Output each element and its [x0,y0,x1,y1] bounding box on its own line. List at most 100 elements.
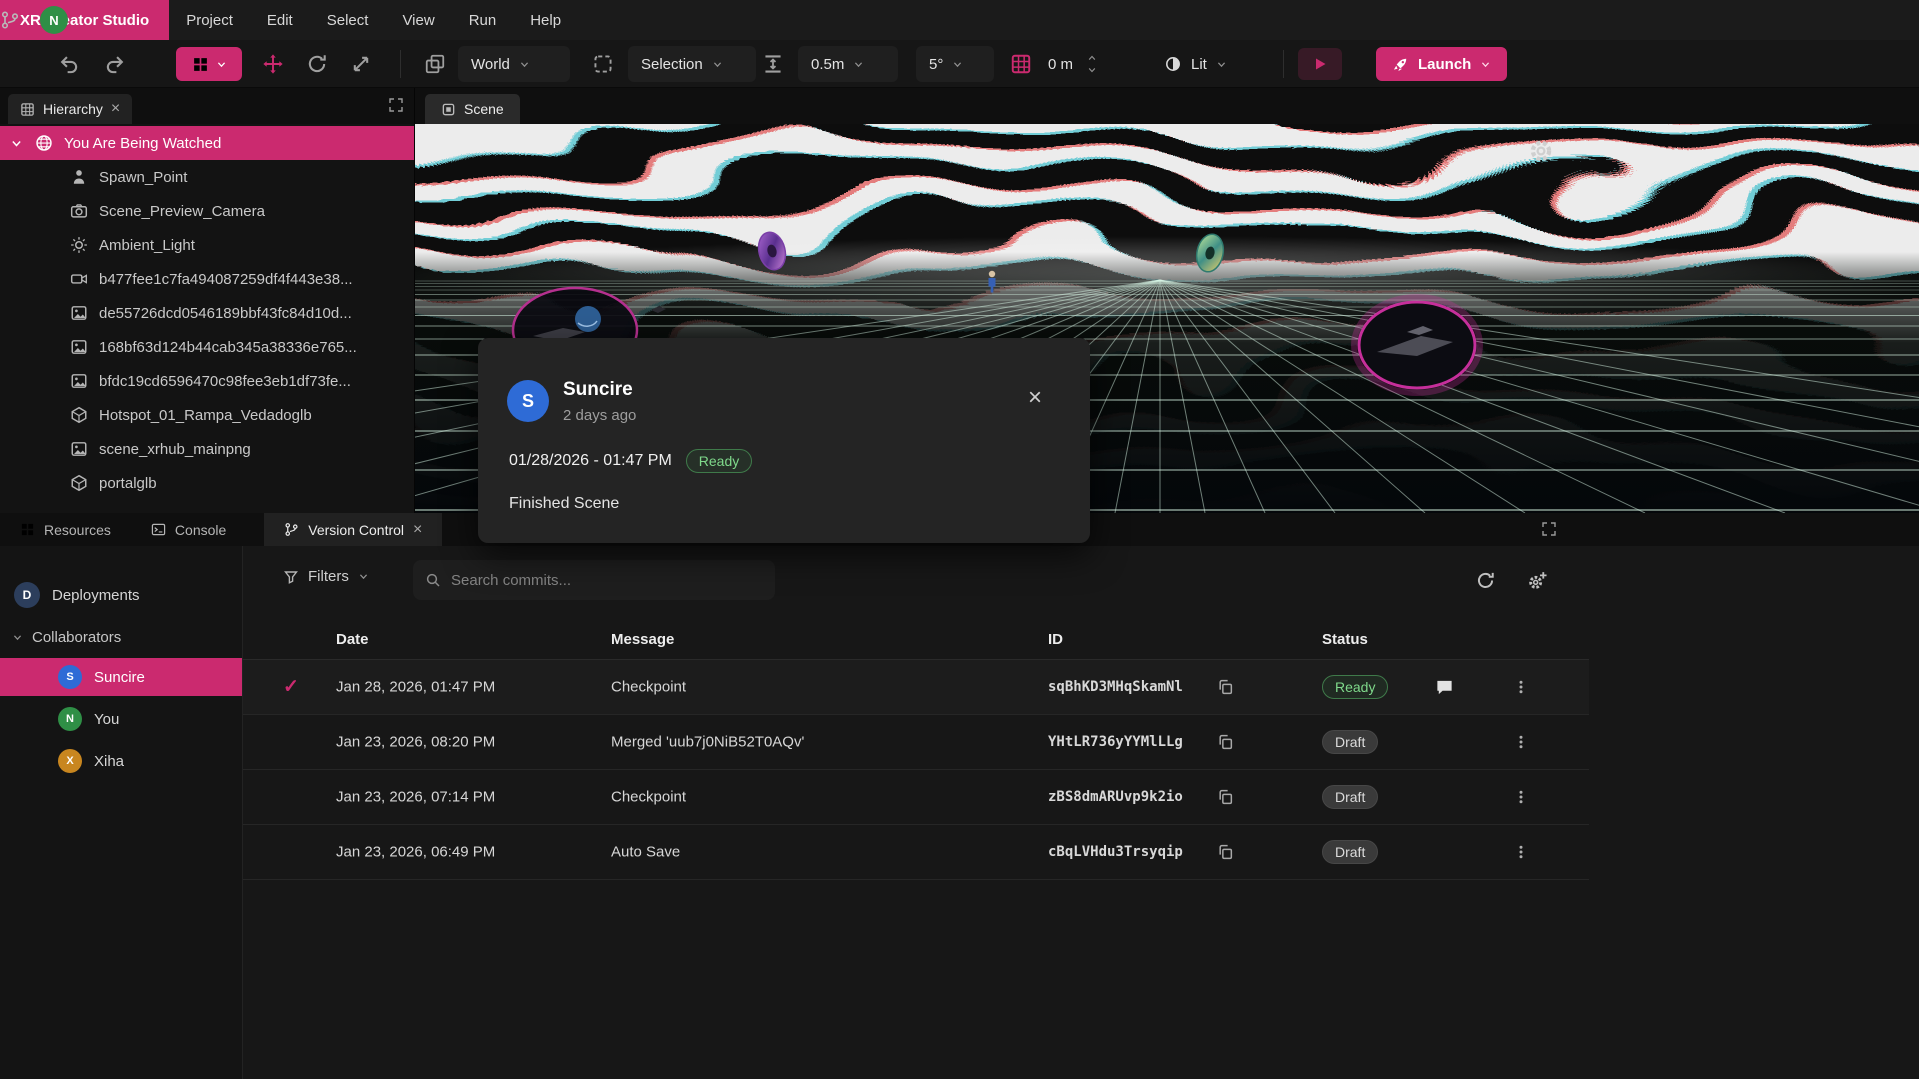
commit-date: Jan 23, 2026, 06:49 PM [336,844,495,861]
tab-hierarchy-label: Hierarchy [43,101,103,117]
kebab-menu-icon[interactable] [1513,734,1529,750]
play-button[interactable] [1298,48,1342,80]
sun-icon [70,236,88,254]
tree-item-label: Ambient_Light [99,237,195,254]
copy-icon[interactable] [1217,844,1234,861]
tree-item-ambient-light[interactable]: Ambient_Light [0,228,414,262]
transform-space-icon[interactable] [424,53,446,75]
tree-item-portal[interactable]: portalglb [0,466,414,500]
move-tool-button[interactable] [262,53,284,75]
hierarchy-tabbar: Hierarchy × [0,88,414,124]
tree-item-scene-image[interactable]: scene_xrhub_mainpng [0,432,414,466]
tab-resources[interactable]: Resources [0,513,131,546]
commit-author-name: Suncire [563,379,633,401]
status-badge: Ready [1322,675,1388,699]
tree-item-hotspot[interactable]: Hotspot_01_Rampa_Vedadoglb [0,398,414,432]
sidebar-item-deployments[interactable]: D Deployments [0,576,242,614]
tab-hierarchy[interactable]: Hierarchy × [8,94,132,124]
column-message: Message [611,631,674,648]
tree-item-preview-camera[interactable]: Scene_Preview_Camera [0,194,414,228]
tree-item-image-asset[interactable]: 168bf63d124b44cab345a38336e765... [0,330,414,364]
tree-item-label: Scene_Preview_Camera [99,203,265,220]
close-icon[interactable]: × [111,101,120,117]
grid-layout-icon [192,56,209,73]
grid-offset-value: 0 m [1048,56,1073,73]
tree-item-image-asset[interactable]: de55726dcd0546189bbf43fc84d10d... [0,296,414,330]
chevron-down-icon [952,59,963,70]
kebab-menu-icon[interactable] [1513,679,1529,695]
menu-edit[interactable]: Edit [250,0,310,40]
close-icon[interactable]: × [1028,386,1042,410]
copy-icon[interactable] [1217,789,1234,806]
launch-button[interactable]: Launch [1376,47,1507,81]
tree-item-scene-root[interactable]: You Are Being Watched [0,126,414,160]
deployments-avatar: D [14,582,40,608]
selection-mode-dropdown[interactable]: Selection [628,46,756,82]
menu-select[interactable]: Select [310,0,386,40]
tree-item-image-asset[interactable]: bfdc19cd6596470c98fee3eb1df73fe... [0,364,414,398]
refresh-icon[interactable] [1475,570,1496,591]
menu-view[interactable]: View [385,0,451,40]
collaborator-suncire[interactable]: S Suncire [0,658,242,696]
tree-item-spawn-point[interactable]: Spawn_Point [0,160,414,194]
scale-tool-button[interactable] [350,53,372,75]
tab-resources-label: Resources [44,522,111,538]
menu-project[interactable]: Project [169,0,250,40]
commit-settings-icon[interactable] [1527,570,1548,591]
undo-button[interactable] [58,53,80,75]
comment-icon[interactable] [1435,678,1454,697]
rotate-snap-dropdown[interactable]: 5° [916,46,994,82]
commit-date: Jan 23, 2026, 07:14 PM [336,789,495,806]
branch-icon[interactable] [0,10,20,30]
step-down-icon[interactable] [1087,65,1097,75]
kebab-menu-icon[interactable] [1513,789,1529,805]
toolbar-divider [400,50,401,78]
rotate-tool-button[interactable] [306,53,328,75]
grid-snap-icon[interactable] [1010,53,1032,75]
tree-item-label: scene_xrhub_mainpng [99,441,251,458]
tab-scene[interactable]: Scene [425,94,520,124]
world-space-dropdown[interactable]: World [458,46,570,82]
close-icon[interactable]: × [413,522,422,538]
commit-row[interactable]: Jan 23, 2026, 06:49 PM Auto Save cBqLVHd… [243,825,1589,880]
play-icon [1312,56,1328,72]
chevron-down-icon[interactable] [10,137,23,150]
status-badge: Draft [1322,840,1378,864]
user-avatar[interactable]: N [40,6,68,34]
copy-icon[interactable] [1217,679,1234,696]
tree-item-label: Hotspot_01_Rampa_Vedadoglb [99,407,312,424]
redo-button[interactable] [104,53,126,75]
filters-button[interactable]: Filters [283,568,369,585]
menu-help[interactable]: Help [513,0,578,40]
snap-distribute-icon[interactable] [762,53,784,75]
tab-console[interactable]: Console [131,513,246,546]
step-up-icon[interactable] [1087,53,1097,63]
status-badge: Ready [686,449,752,473]
selection-box-icon[interactable] [592,53,614,75]
collaborator-avatar: S [58,665,82,689]
grid-offset-stepper[interactable]: 0 m [1048,46,1097,82]
commit-row[interactable]: Jan 23, 2026, 07:14 PM Checkpoint zBS8dm… [243,770,1589,825]
collaborators-label: Collaborators [32,629,121,646]
scene-settings-gear-icon[interactable] [1528,138,1554,164]
menu-run[interactable]: Run [452,0,514,40]
collaborator-you[interactable]: N You [0,700,242,738]
tab-version-control[interactable]: Version Control × [264,513,442,546]
tree-item-video-asset[interactable]: b477fee1c7fa494087259df4f443e38... [0,262,414,296]
copy-icon[interactable] [1217,734,1234,751]
collaborators-header[interactable]: Collaborators [0,618,242,656]
chevron-down-icon [853,59,864,70]
search-input[interactable] [451,572,763,589]
kebab-menu-icon[interactable] [1513,844,1529,860]
move-snap-dropdown[interactable]: 0.5m [798,46,898,82]
commit-message: Merged 'uub7j0NiB52T0AQv' [611,734,804,751]
lit-mode-dropdown[interactable]: Lit [1164,46,1227,82]
view-layout-button[interactable] [176,47,242,81]
collaborator-avatar: N [58,707,82,731]
collaborator-xiha[interactable]: X Xiha [0,742,242,780]
expand-icon[interactable] [388,97,404,113]
rocket-icon [1392,56,1409,73]
expand-icon[interactable] [1541,521,1557,537]
commit-row[interactable]: ✓ Jan 28, 2026, 01:47 PM Checkpoint sqBh… [243,660,1589,715]
commit-row[interactable]: Jan 23, 2026, 08:20 PM Merged 'uub7j0NiB… [243,715,1589,770]
